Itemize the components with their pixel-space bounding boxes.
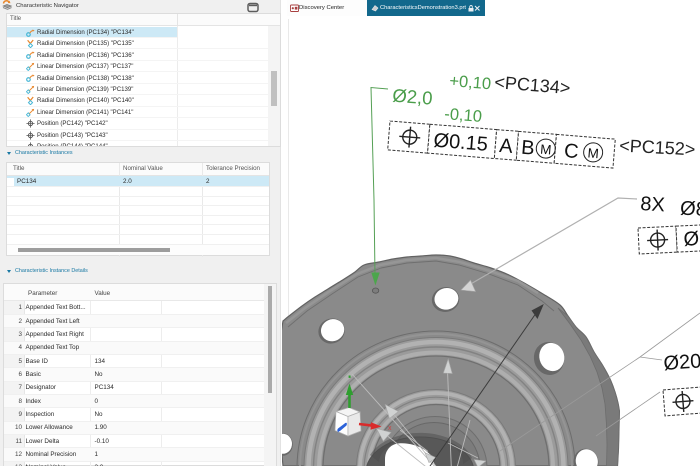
- svg-text:<PC134>: <PC134>: [494, 72, 571, 98]
- svg-text:M: M: [540, 142, 552, 158]
- svg-text:Ø2,0: Ø2,0: [392, 85, 434, 109]
- svg-text:Ø8: Ø8: [683, 227, 700, 250]
- svg-text:+0,10: +0,10: [449, 72, 492, 93]
- svg-text:-0,10: -0,10: [444, 105, 483, 126]
- svg-text:Ø208: Ø208: [663, 350, 700, 375]
- svg-text:Ø0.15: Ø0.15: [433, 130, 489, 156]
- svg-text:A: A: [498, 135, 514, 158]
- svg-text:Ø8: Ø8: [679, 197, 700, 221]
- svg-text:M: M: [587, 145, 599, 161]
- svg-text:8X: 8X: [640, 193, 666, 216]
- svg-text:B: B: [520, 137, 535, 160]
- svg-text:<PC152>: <PC152>: [619, 136, 696, 160]
- svg-text:C: C: [563, 140, 579, 163]
- svg-text:x: x: [388, 425, 392, 432]
